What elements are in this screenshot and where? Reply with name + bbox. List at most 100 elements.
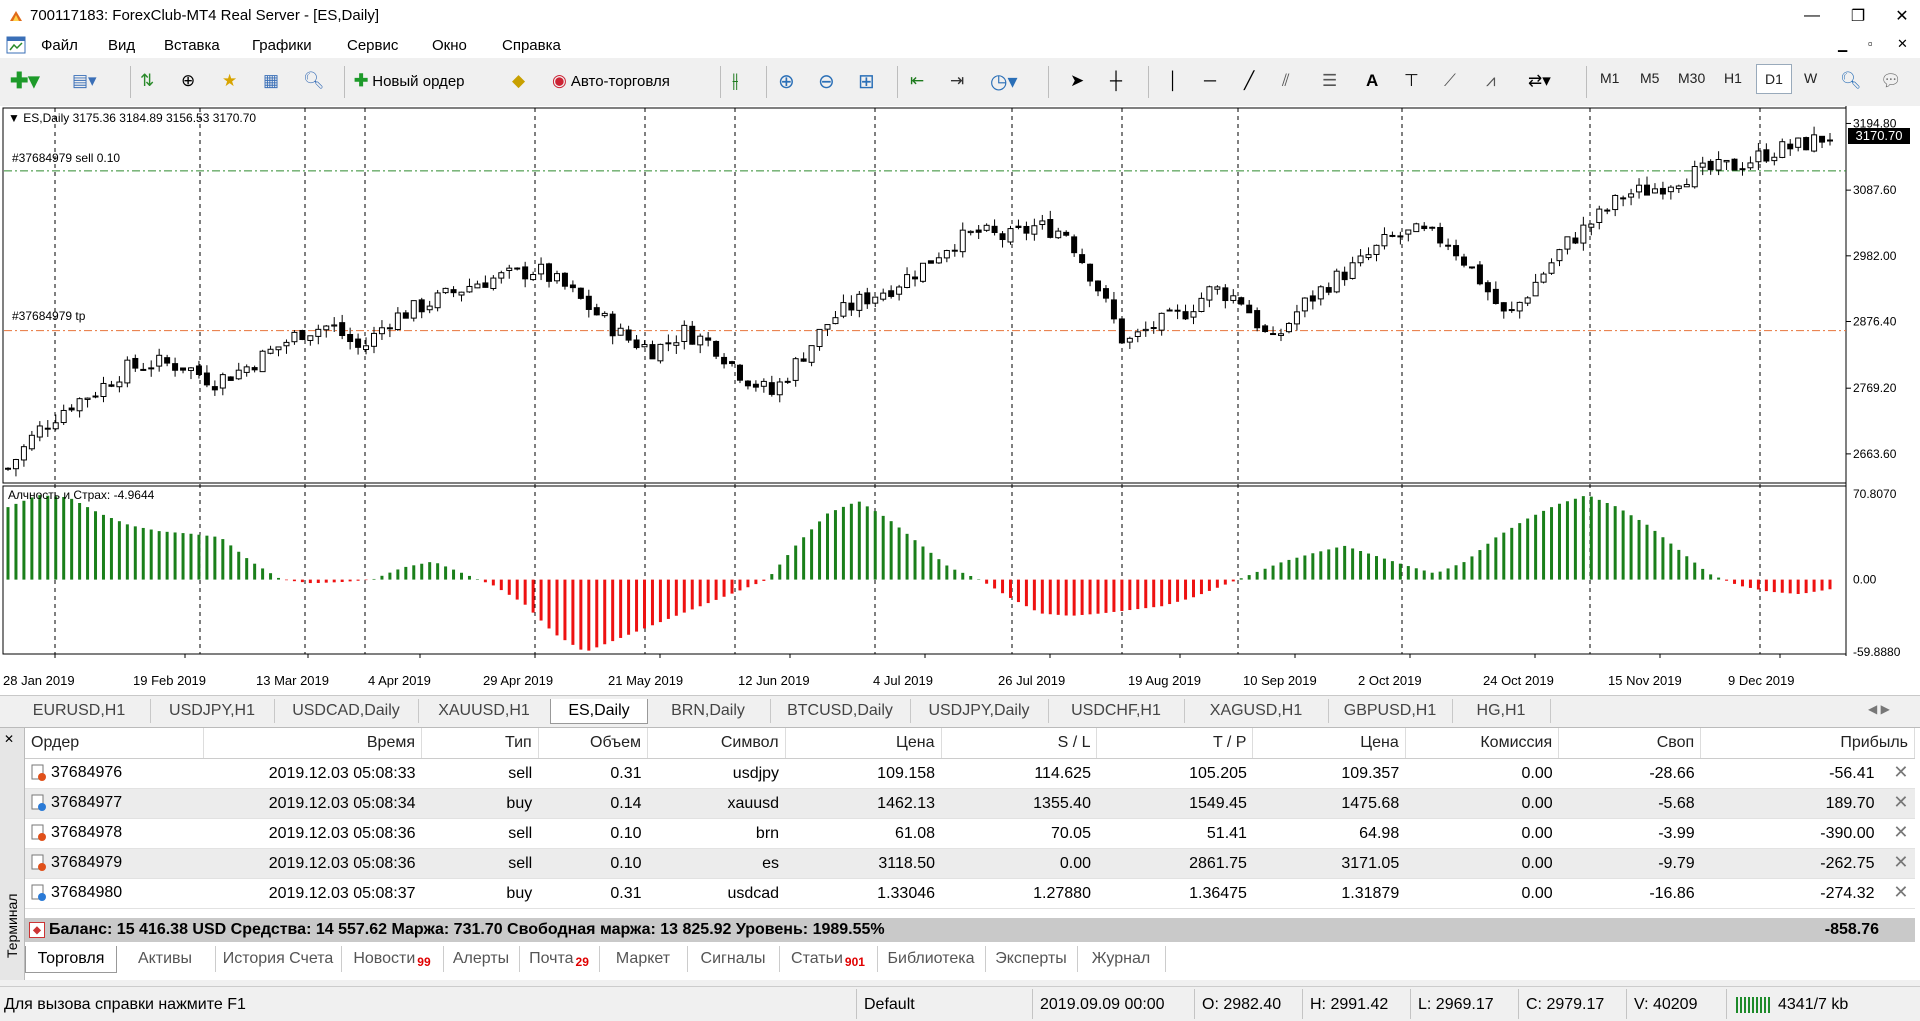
chart-tab[interactable]: USDJPY,H1 <box>150 699 275 723</box>
menu-charts[interactable]: Графики <box>252 37 312 54</box>
menu-tools[interactable]: Сервис <box>347 37 398 54</box>
cursor-icon[interactable]: ➤ <box>1070 68 1084 94</box>
mdi-restore-icon[interactable]: ▫ <box>1868 36 1873 51</box>
chart-area[interactable]: 3194.80 3087.60 2982.00 2876.40 2769.20 2663.… <box>0 106 1920 695</box>
horizontal-line-icon[interactable]: ─ <box>1204 68 1216 94</box>
autotrade-button[interactable]: ◉ Авто-торговля <box>552 68 670 94</box>
new-order-button[interactable]: ✚ Новый ордер <box>354 68 465 94</box>
order-row[interactable]: 37684977 2019.12.03 05:08:34 buy 0.14 xauusd… <box>25 788 1915 819</box>
chart-tab[interactable]: GBPUSD,H1 <box>1328 699 1453 723</box>
terminal-tab[interactable]: Журнал <box>1077 946 1166 972</box>
chart-shift-icon[interactable]: ⇥ <box>950 68 964 94</box>
column-header[interactable]: Своп <box>1558 728 1702 759</box>
chart-tab[interactable]: BRN,Daily <box>646 699 771 723</box>
profiles-icon[interactable]: ▤▾ <box>72 68 97 94</box>
column-header[interactable]: Ордер <box>25 728 204 759</box>
close-order-icon[interactable]: ✕ <box>1893 762 1908 783</box>
arrows-icon[interactable]: ⇄▾ <box>1528 68 1551 94</box>
chart-tab[interactable]: BTCUSD,Daily <box>770 699 911 723</box>
close-order-icon[interactable]: ✕ <box>1893 822 1908 843</box>
price-chart[interactable]: 3194.803087.602982.002876.402769.202663.… <box>0 106 1920 695</box>
elliott-icon[interactable]: ⩘ <box>1486 68 1496 94</box>
tf-d1[interactable]: D1 <box>1756 64 1792 94</box>
chart-tab[interactable]: USDJPY,Daily <box>910 699 1049 723</box>
equidistant-channel-icon[interactable]: ⫽ <box>1282 68 1290 94</box>
order-row[interactable]: 37684980 2019.12.03 05:08:37 buy 0.31 usdcad… <box>25 878 1915 909</box>
close-order-icon[interactable]: ✕ <box>1893 792 1908 813</box>
navigator-icon[interactable]: ⊕ <box>181 68 195 94</box>
column-header[interactable]: Тип <box>421 728 539 759</box>
order-row[interactable]: 37684976 2019.12.03 05:08:33 sell 0.31 usdjp… <box>25 758 1915 789</box>
column-header[interactable]: Цена <box>785 728 942 759</box>
terminal-tab[interactable]: Алерты <box>443 946 520 972</box>
trendline-icon[interactable]: ╱ <box>1244 68 1254 94</box>
chart-tab[interactable]: USDCAD,Daily <box>274 699 419 723</box>
chart-tab[interactable]: XAGUSD,H1 <box>1184 699 1329 723</box>
close-button[interactable]: ✕ <box>1879 0 1920 32</box>
text-icon[interactable]: A <box>1366 68 1378 94</box>
crosshair-icon[interactable]: ┼ <box>1110 68 1122 94</box>
terminal-tab[interactable]: Активы <box>115 946 216 972</box>
column-header[interactable]: Прибыль <box>1700 728 1915 759</box>
column-header[interactable]: S / L <box>941 728 1098 759</box>
gann-icon[interactable]: ⟋ <box>1444 68 1456 94</box>
close-order-icon[interactable]: ✕ <box>1893 852 1908 873</box>
autoscroll-icon[interactable]: ⇤ <box>910 68 924 94</box>
terminal-tab[interactable]: Маркет <box>599 946 688 972</box>
vertical-line-icon[interactable]: │ <box>1168 68 1179 94</box>
zoom-out-icon[interactable]: ⊖ <box>818 68 835 94</box>
column-header[interactable]: Время <box>203 728 423 759</box>
terminal-tab[interactable]: Статьи 901 <box>779 946 878 972</box>
menu-help[interactable]: Справка <box>502 37 561 54</box>
text-label-icon[interactable]: ⊤ <box>1404 68 1419 94</box>
terminal-tab[interactable]: Торговля <box>25 946 117 973</box>
terminal-tab[interactable]: Библиотека <box>877 946 986 972</box>
terminal-close-icon[interactable]: ✕ <box>4 732 14 746</box>
fibonacci-icon[interactable]: ☰ <box>1322 68 1337 94</box>
order-row[interactable]: 37684978 2019.12.03 05:08:36 sell 0.10 brn 61… <box>25 818 1915 849</box>
menu-window[interactable]: Окно <box>432 37 467 54</box>
terminal-tab[interactable]: Новости 99 <box>341 946 444 972</box>
tester-icon[interactable]: 🔍︎ <box>303 68 325 94</box>
zoom-in-icon[interactable]: ⊕ <box>778 68 795 94</box>
column-header[interactable]: Символ <box>647 728 786 759</box>
close-order-icon[interactable]: ✕ <box>1893 882 1908 903</box>
chart-tab[interactable]: XAUUSD,H1 <box>418 699 551 723</box>
chat-icon[interactable]: 💬︎ <box>1880 68 1902 94</box>
chart-tab[interactable]: HG,H1 <box>1452 699 1551 723</box>
mdi-minimize-icon[interactable]: ▁ <box>1838 38 1847 52</box>
terminal-tab[interactable]: Почта 29 <box>519 946 600 972</box>
search-icon[interactable]: 🔍︎ <box>1840 68 1862 94</box>
column-header[interactable]: Комиссия <box>1405 728 1560 759</box>
terminal-icon[interactable]: ▦ <box>263 68 279 94</box>
terminal-tab[interactable]: История Счета <box>215 946 342 972</box>
column-header[interactable]: T / P <box>1096 728 1254 759</box>
restore-button[interactable]: ❐ <box>1835 0 1881 32</box>
periods-icon[interactable]: ◷▾ <box>990 68 1018 94</box>
metaeditor-icon[interactable]: ◆ <box>512 68 525 94</box>
tile-windows-icon[interactable]: ⊞ <box>858 68 875 94</box>
menu-view[interactable]: Вид <box>108 37 135 54</box>
chart-tab[interactable]: EURUSD,H1 <box>8 699 151 723</box>
new-chart-icon[interactable]: ✚▾ <box>10 68 39 94</box>
terminal-tab[interactable]: Сигналы <box>687 946 780 972</box>
tf-h1[interactable]: H1 <box>1724 70 1742 86</box>
terminal-tab[interactable]: Эксперты <box>985 946 1078 972</box>
menu-file[interactable]: Файл <box>41 37 78 54</box>
tf-m30[interactable]: M30 <box>1678 70 1705 86</box>
order-row[interactable]: 37684979 2019.12.03 05:08:36 sell 0.10 es 311… <box>25 848 1915 879</box>
tf-w[interactable]: W <box>1804 70 1817 86</box>
tf-m1[interactable]: M1 <box>1600 70 1619 86</box>
market-watch-icon[interactable]: ⇅ <box>140 68 154 94</box>
minimize-button[interactable]: — <box>1789 0 1835 32</box>
mdi-child-icon[interactable] <box>6 36 26 54</box>
mdi-close-icon[interactable]: ✕ <box>1897 36 1908 52</box>
column-header[interactable]: Цена <box>1252 728 1406 759</box>
chart-tab[interactable]: USDCHF,H1 <box>1048 699 1185 723</box>
bar-chart-icon[interactable]: ⫲ <box>732 68 738 94</box>
menu-insert[interactable]: Вставка <box>164 37 220 54</box>
column-header[interactable]: Объем <box>538 728 649 759</box>
tab-scroll-arrows-icon[interactable]: ◀ ▶ <box>1868 702 1890 716</box>
folder-star-icon[interactable]: ★ <box>222 68 237 94</box>
chart-tab[interactable]: ES,Daily <box>550 699 648 724</box>
